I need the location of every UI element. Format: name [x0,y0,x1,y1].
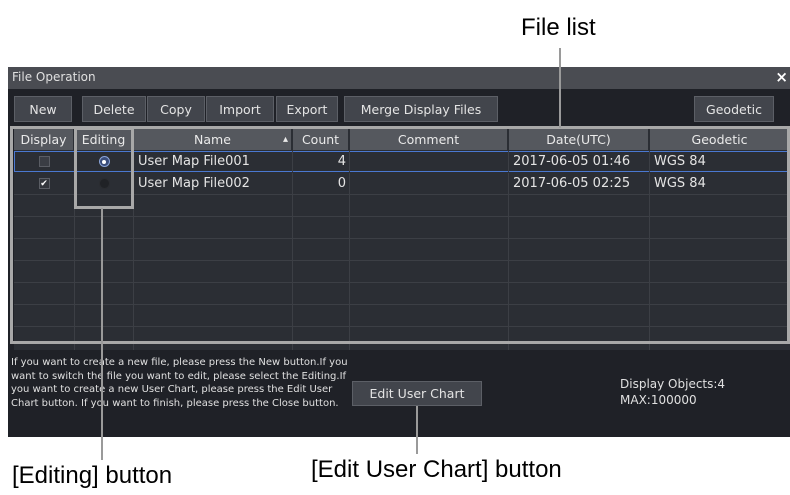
geodetic-button[interactable]: Geodetic [694,96,774,122]
editing-button-callout: [Editing] button [12,462,173,489]
copy-button[interactable]: Copy [147,96,205,122]
import-button[interactable]: Import [206,96,274,122]
help-text: If you want to create a new file, please… [11,357,348,409]
window-title: File Operation [12,70,96,84]
edit-user-chart-leader-line [416,406,418,454]
title-bar: File Operation × [8,67,790,89]
merge-display-files-button[interactable]: Merge Display Files [344,96,498,122]
file-list-callout: File list [521,14,596,41]
editing-column-highlight [74,127,134,209]
delete-button[interactable]: Delete [82,96,146,122]
edit-user-chart-button[interactable]: Edit User Chart [352,381,482,406]
footer-panel: If you want to create a new file, please… [8,350,790,437]
object-stats: Display Objects:4 MAX:100000 [620,376,725,408]
display-objects-count: Display Objects:4 [620,377,726,391]
file-list-leader-line [559,48,561,128]
close-icon[interactable]: × [775,68,788,86]
editing-leader-line [101,208,103,460]
export-button[interactable]: Export [276,96,338,122]
new-button[interactable]: New [14,96,72,122]
edit-user-chart-callout: [Edit User Chart] button [311,456,562,483]
max-objects: MAX:100000 [620,393,697,407]
